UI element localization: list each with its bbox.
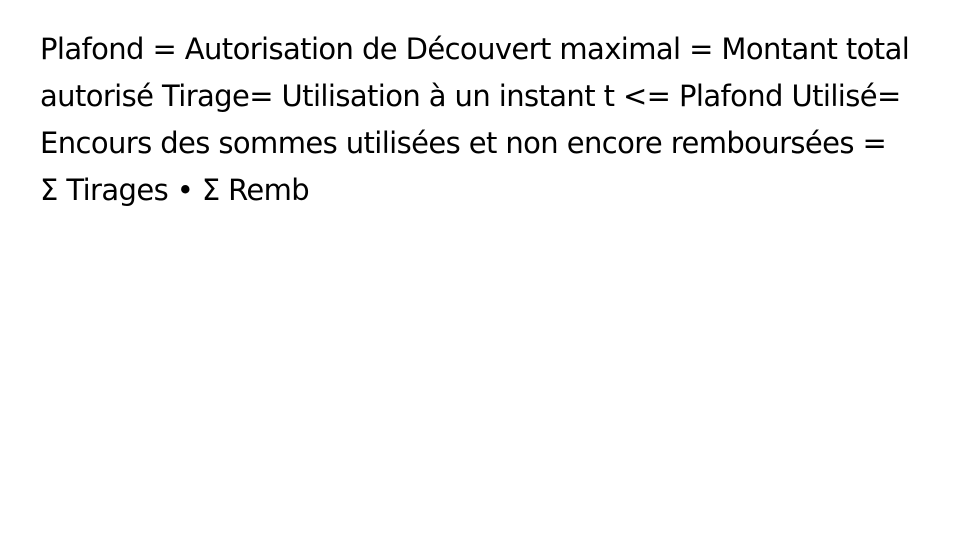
slide: Plafond = Autorisation de Découvert maxi… bbox=[0, 0, 960, 540]
slide-body-text: Plafond = Autorisation de Découvert maxi… bbox=[40, 32, 910, 207]
